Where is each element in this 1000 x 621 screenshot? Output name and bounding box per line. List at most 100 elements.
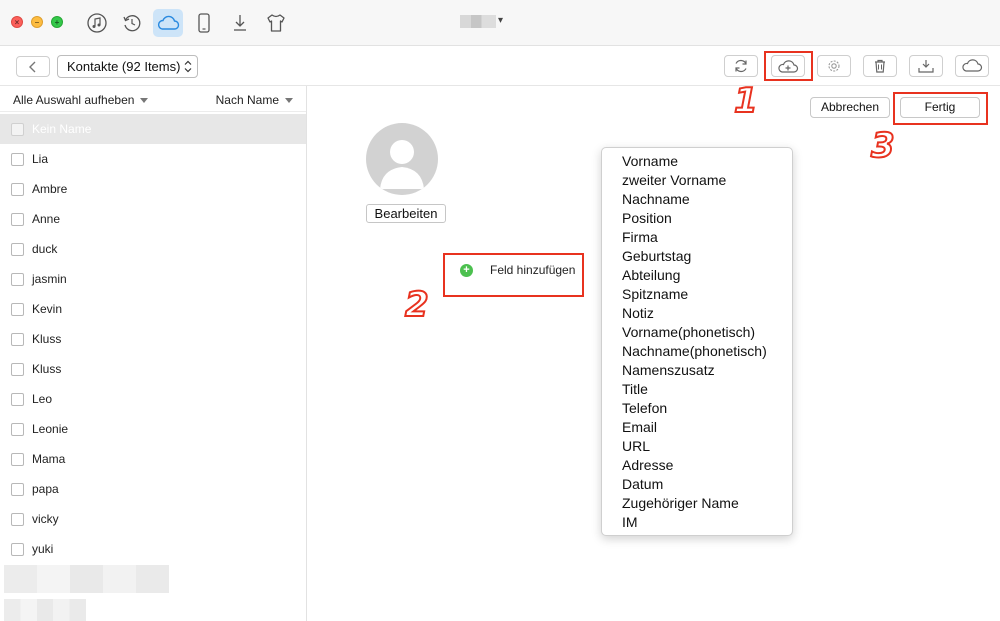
icloud-icon[interactable] — [153, 9, 183, 37]
contact-row[interactable]: vicky — [0, 504, 306, 534]
menu-item-nickname[interactable]: Spitzname — [602, 285, 792, 304]
contact-sidebar: Alle Auswahl aufheben Nach Name Kein Nam… — [0, 86, 307, 621]
cancel-button[interactable]: Abbrechen — [810, 97, 890, 118]
refresh-button[interactable] — [724, 55, 758, 77]
menu-item-note[interactable]: Notiz — [602, 304, 792, 323]
cloud-transfer-button[interactable] — [955, 55, 989, 77]
person-silhouette-icon — [380, 140, 424, 189]
contact-name: Ambre — [32, 182, 68, 196]
deselect-all-toggle[interactable]: Alle Auswahl aufheben — [13, 93, 149, 107]
menu-item-last-name[interactable]: Nachname — [602, 190, 792, 209]
window-minimize-button[interactable]: – — [31, 16, 43, 28]
contact-name: Kluss — [32, 332, 62, 346]
cloud-icon — [962, 59, 983, 72]
annotation-step-3: 3 — [870, 126, 896, 166]
contact-row[interactable]: Anne — [0, 204, 306, 234]
contact-name: duck — [32, 242, 58, 256]
device-chevron-down-icon[interactable]: ▾ — [498, 15, 503, 26]
contact-row[interactable]: Kein Name — [0, 114, 306, 144]
menu-item-department[interactable]: Abteilung — [602, 266, 792, 285]
annotation-step-2: 2 — [404, 285, 430, 325]
backup-restore-icon[interactable] — [117, 9, 147, 37]
contact-row[interactable]: Kluss — [0, 324, 306, 354]
contact-name: Leonie — [32, 422, 69, 436]
sort-by-name-toggle[interactable]: Nach Name — [216, 93, 293, 107]
contact-row[interactable]: papa — [0, 474, 306, 504]
tshirt-icon[interactable] — [261, 9, 291, 37]
menu-item-first-name[interactable]: Vorname — [602, 152, 792, 171]
contact-checkbox[interactable] — [11, 542, 24, 556]
menu-item-phone[interactable]: Telefon — [602, 399, 792, 418]
contact-row[interactable]: jasmin — [0, 264, 306, 294]
menu-item-address[interactable]: Adresse — [602, 456, 792, 475]
delete-button[interactable] — [863, 55, 897, 77]
device-icon[interactable] — [189, 9, 219, 37]
contact-checkbox[interactable] — [11, 152, 24, 166]
settings-button[interactable] — [817, 55, 851, 77]
contact-row[interactable]: yuki — [0, 534, 306, 564]
menu-item-title[interactable]: Title — [602, 380, 792, 399]
blurred-contact — [4, 565, 169, 593]
menu-item-im[interactable]: IM — [602, 513, 792, 532]
music-icon[interactable] — [82, 9, 112, 37]
toolbar: Kontakte (92 Items) — [0, 46, 1000, 86]
menu-item-position[interactable]: Position — [602, 209, 792, 228]
window-close-button[interactable]: × — [11, 16, 23, 28]
menu-item-birthday[interactable]: Geburtstag — [602, 247, 792, 266]
contact-checkbox[interactable] — [11, 482, 24, 496]
contact-row[interactable]: Kevin — [0, 294, 306, 324]
chevron-left-icon — [29, 61, 36, 72]
menu-item-url[interactable]: URL — [602, 437, 792, 456]
contact-checkbox[interactable] — [11, 242, 24, 256]
contact-name: yuki — [32, 542, 54, 556]
menu-item-phonetic-last-name[interactable]: Nachname(phonetisch) — [602, 342, 792, 361]
annotation-box-step-2 — [443, 253, 584, 297]
contact-row[interactable]: Ambre — [0, 174, 306, 204]
annotation-step-1: 1 — [733, 81, 759, 121]
menu-item-email[interactable]: Email — [602, 418, 792, 437]
gear-icon — [828, 60, 840, 72]
contact-row[interactable]: Leonie — [0, 414, 306, 444]
window-maximize-button[interactable]: + — [51, 16, 63, 28]
back-button[interactable] — [16, 56, 50, 77]
contact-row[interactable]: Mama — [0, 444, 306, 474]
menu-item-company[interactable]: Firma — [602, 228, 792, 247]
menu-item-middle-name[interactable]: zweiter Vorname — [602, 171, 792, 190]
contact-row[interactable]: duck — [0, 234, 306, 264]
menu-item-date[interactable]: Datum — [602, 475, 792, 494]
field-type-menu: Vorname zweiter Vorname Nachname Positio… — [601, 147, 793, 536]
contact-row[interactable]: Kluss — [0, 354, 306, 384]
contact-name: Kein Name — [32, 122, 92, 136]
contact-checkbox[interactable] — [11, 452, 24, 466]
contact-checkbox[interactable] — [11, 182, 24, 196]
menu-item-related-name[interactable]: Zugehöriger Name — [602, 494, 792, 513]
contact-checkbox[interactable] — [11, 332, 24, 346]
export-to-computer-button[interactable] — [909, 55, 943, 77]
contact-row[interactable]: Lia — [0, 144, 306, 174]
sort-label: Nach Name — [215, 93, 279, 107]
contact-row[interactable]: Leo — [0, 384, 306, 414]
contact-checkbox[interactable] — [11, 422, 24, 436]
annotation-box-step-1 — [764, 51, 813, 81]
contact-name: papa — [32, 482, 59, 496]
contact-name: Mama — [32, 452, 66, 466]
edit-photo-button[interactable]: Bearbeiten — [366, 204, 446, 223]
category-select-label: Kontakte (92 Items) — [67, 59, 181, 74]
contact-name: Leo — [32, 392, 53, 406]
contact-checkbox[interactable] — [11, 212, 24, 226]
contact-checkbox[interactable] — [11, 392, 24, 406]
contact-checkbox[interactable] — [11, 362, 24, 376]
contact-checkbox[interactable] — [11, 122, 24, 136]
menu-item-phonetic-first-name[interactable]: Vorname(phonetisch) — [602, 323, 792, 342]
caret-down-icon — [140, 98, 149, 104]
contact-checkbox[interactable] — [11, 302, 24, 316]
contact-name: Anne — [32, 212, 61, 226]
download-icon[interactable] — [225, 9, 255, 37]
updown-arrows-icon — [184, 56, 192, 85]
refresh-icon — [735, 59, 747, 73]
trash-icon — [875, 59, 885, 73]
contact-checkbox[interactable] — [11, 512, 24, 526]
menu-item-suffix[interactable]: Namenszusatz — [602, 361, 792, 380]
category-select[interactable]: Kontakte (92 Items) — [57, 55, 198, 78]
contact-checkbox[interactable] — [11, 272, 24, 286]
